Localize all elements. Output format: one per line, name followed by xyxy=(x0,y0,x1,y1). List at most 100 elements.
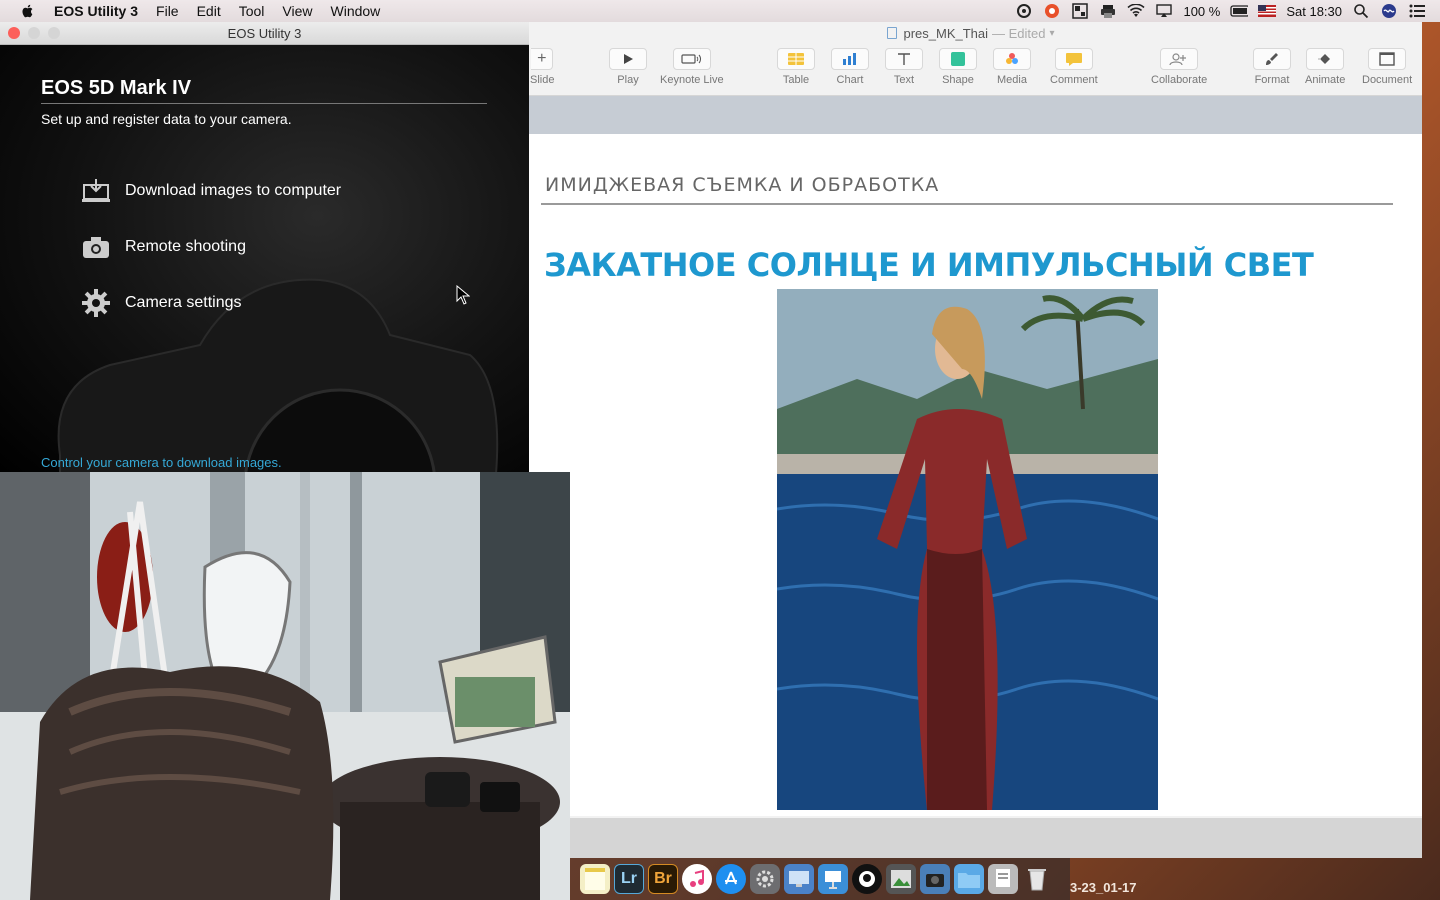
dock-itunes-icon[interactable] xyxy=(682,864,712,894)
eos-window-title: EOS Utility 3 xyxy=(227,25,302,41)
record-status-icon[interactable] xyxy=(1043,3,1061,19)
spotlight-search-icon[interactable] xyxy=(1352,3,1370,19)
menu-app-name[interactable]: EOS Utility 3 xyxy=(54,3,138,19)
window-controls xyxy=(8,27,60,39)
play-icon xyxy=(609,48,647,70)
close-button[interactable] xyxy=(8,27,20,39)
title-divider xyxy=(41,103,487,104)
menubar: EOS Utility 3 File Edit Tool View Window… xyxy=(0,0,1440,22)
comment-icon xyxy=(1054,48,1093,70)
notification-center-icon[interactable] xyxy=(1408,3,1426,19)
chevron-down-icon[interactable]: ▾ xyxy=(1050,28,1055,39)
camera-model-title: EOS 5D Mark IV xyxy=(41,77,192,99)
text-icon xyxy=(885,48,923,70)
slide-headline[interactable]: ЗАКАТНОЕ СОЛНЦЕ И ИМПУЛЬСНЫЙ СВЕТ xyxy=(544,246,1314,284)
slide-subtitle[interactable]: ИМИДЖЕВАЯ СЪЕМКА И ОБРАБОТКА xyxy=(545,174,939,196)
animate-icon xyxy=(1306,48,1345,70)
dock-trash-icon[interactable] xyxy=(1022,864,1052,894)
collaborate-icon xyxy=(1160,48,1199,70)
gear-icon xyxy=(80,289,112,317)
battery-icon[interactable] xyxy=(1230,3,1249,19)
dock-eos-utility-icon[interactable] xyxy=(920,864,950,894)
keynote-bottom-bar xyxy=(520,818,1422,858)
eos-titlebar[interactable]: EOS Utility 3 xyxy=(0,22,529,45)
siri-icon[interactable] xyxy=(1380,3,1398,19)
zoom-button[interactable] xyxy=(48,27,60,39)
slide-photo[interactable] xyxy=(777,289,1158,810)
battery-percent: 100 % xyxy=(1183,3,1221,19)
dock-screen-capture-icon[interactable] xyxy=(784,864,814,894)
collaborate-button[interactable]: Collaborate xyxy=(1151,48,1207,86)
play-button[interactable]: Play xyxy=(609,48,647,86)
menu-edit[interactable]: Edit xyxy=(197,3,221,19)
media-icon xyxy=(993,48,1031,70)
airplay-icon[interactable] xyxy=(1155,3,1173,19)
table-button[interactable]: Table xyxy=(777,48,815,86)
camera-settings-option[interactable]: Camera settings xyxy=(80,286,242,320)
plus-icon: + xyxy=(531,48,554,70)
document-button[interactable]: Document xyxy=(1362,48,1412,86)
camera-settings-label: Camera settings xyxy=(125,294,242,311)
edited-status: — Edited xyxy=(992,25,1046,41)
dock-preview-icon[interactable] xyxy=(886,864,916,894)
eos-footer-hint: Control your camera to download images. xyxy=(41,455,282,470)
chart-icon xyxy=(831,48,869,70)
download-images-label: Download images to computer xyxy=(125,182,342,199)
minimize-button[interactable] xyxy=(28,27,40,39)
paintbrush-icon xyxy=(1253,48,1291,70)
eos-main-panel: EOS 5D Mark IV Set up and register data … xyxy=(0,45,529,472)
document-icon xyxy=(887,27,898,39)
document-panel-icon xyxy=(1368,48,1407,70)
keynote-live-button[interactable]: Keynote Live xyxy=(660,48,724,86)
dock-system-preferences-icon[interactable] xyxy=(750,864,780,894)
apple-icon[interactable] xyxy=(20,3,36,19)
lightroom-status-icon[interactable] xyxy=(1015,3,1033,19)
camera-icon xyxy=(80,233,112,261)
dock-bridge-icon[interactable]: Br xyxy=(648,864,678,894)
remote-shooting-option[interactable]: Remote shooting xyxy=(80,230,246,264)
document-title[interactable]: pres_MK_Thai xyxy=(903,26,988,41)
download-icon xyxy=(80,177,112,205)
keynote-window: pres_MK_Thai — Edited ▾ + Slide Play Key… xyxy=(520,22,1422,858)
text-button[interactable]: Text xyxy=(885,48,923,86)
webcam-overlay xyxy=(0,472,570,900)
mouse-cursor-icon xyxy=(456,284,471,310)
keynote-toolbar: + Slide Play Keynote Live Table Chart Te… xyxy=(520,44,1422,96)
dock-keynote-icon[interactable] xyxy=(818,864,848,894)
dock-finder-folder-icon[interactable] xyxy=(954,864,984,894)
window-manager-icon[interactable] xyxy=(1071,3,1089,19)
printer-icon[interactable] xyxy=(1099,3,1117,19)
download-images-option[interactable]: Download images to computer xyxy=(80,174,341,208)
dock: Lr Br xyxy=(570,858,1070,900)
dock-app-store-icon[interactable] xyxy=(716,864,746,894)
eos-utility-window: EOS Utility 3 EOS 5D Mark IV Set up and … xyxy=(0,22,529,472)
dock-documents-icon[interactable] xyxy=(988,864,1018,894)
animate-button[interactable]: Animate xyxy=(1305,48,1345,86)
shape-button[interactable]: Shape xyxy=(939,48,977,86)
menu-window[interactable]: Window xyxy=(331,3,381,19)
format-button[interactable]: Format xyxy=(1253,48,1291,86)
us-flag-icon[interactable] xyxy=(1258,3,1277,19)
desktop-file-label[interactable]: 3-23_01-17 xyxy=(1070,880,1137,895)
media-button[interactable]: Media xyxy=(993,48,1031,86)
chart-button[interactable]: Chart xyxy=(831,48,869,86)
canvas-background xyxy=(520,96,1422,134)
dock-github-icon[interactable] xyxy=(852,864,882,894)
comment-button[interactable]: Comment xyxy=(1050,48,1098,86)
eos-subtitle: Set up and register data to your camera. xyxy=(41,111,292,127)
menu-view[interactable]: View xyxy=(282,3,312,19)
keynote-live-icon xyxy=(672,48,711,70)
keynote-titlebar[interactable]: pres_MK_Thai — Edited ▾ xyxy=(520,22,1422,44)
dock-lightroom-icon[interactable]: Lr xyxy=(614,864,644,894)
dock-notes-icon[interactable] xyxy=(580,864,610,894)
slide-canvas[interactable]: ИМИДЖЕВАЯ СЪЕМКА И ОБРАБОТКА ЗАКАТНОЕ СО… xyxy=(529,134,1422,816)
clock[interactable]: Sat 18:30 xyxy=(1286,4,1342,19)
shape-icon xyxy=(939,48,977,70)
menu-tool[interactable]: Tool xyxy=(239,3,265,19)
slide-divider xyxy=(541,203,1393,205)
wifi-icon[interactable] xyxy=(1127,3,1146,19)
menu-file[interactable]: File xyxy=(156,3,179,19)
table-icon xyxy=(777,48,815,70)
add-slide-button[interactable]: + Slide xyxy=(530,48,554,86)
remote-shooting-label: Remote shooting xyxy=(125,238,246,255)
